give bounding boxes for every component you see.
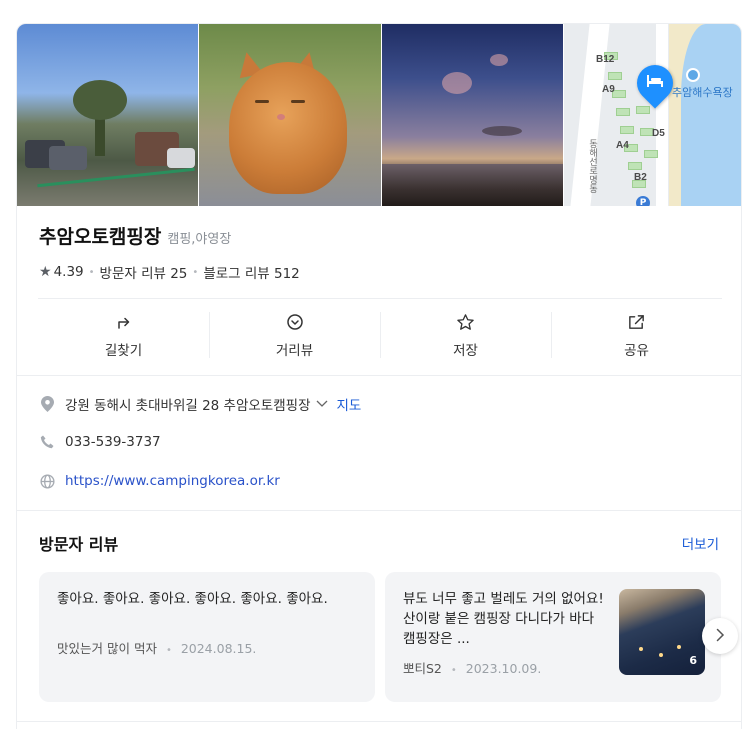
title-row: 추암오토캠핑장 캠핑,야영장	[39, 222, 231, 249]
car	[49, 146, 87, 170]
review-text: 좋아요. 좋아요. 좋아요. 좋아요. 좋아요. 좋아요.	[57, 591, 328, 607]
cat	[229, 62, 347, 194]
street-view-label: 거리뷰	[275, 343, 314, 359]
save-button[interactable]: 저장	[380, 300, 551, 370]
review-author: 맛있는거 많이 먹자	[57, 641, 157, 656]
sea	[382, 164, 563, 206]
light	[677, 645, 681, 649]
parking-icon: P	[636, 196, 650, 206]
review-card[interactable]: 좋아요. 좋아요. 좋아요. 좋아요. 좋아요. 좋아요. 맛있는거 많이 먹자…	[39, 572, 375, 702]
photo-sunset[interactable]	[382, 24, 563, 206]
review-date: 2023.10.09.	[465, 661, 542, 676]
review-text: 뷰도 너무 좋고 벌레도 거의 없어요! 산이랑 붙은 캠핑장 다니다가 바다 …	[403, 591, 604, 647]
map-site	[636, 106, 650, 114]
map-label: A4	[616, 140, 629, 151]
rating-value: 4.39	[53, 264, 84, 280]
separator: •	[192, 266, 199, 278]
beach-label: 추암해수욕장	[672, 86, 733, 99]
cat-eye	[291, 100, 305, 103]
map-site	[616, 108, 630, 116]
map-site	[608, 72, 622, 80]
map-label: A9	[602, 84, 615, 95]
place-card: B12 A9 A4 D5 B2 동해선로명동 추암해수욕장 P 추암오토캠핑장 …	[16, 23, 742, 729]
photo-map[interactable]: B12 A9 A4 D5 B2 동해선로명동 추암해수욕장 P	[564, 24, 741, 206]
share-icon	[626, 311, 648, 333]
globe-icon	[39, 473, 55, 489]
phone-row: 033-539-3737	[39, 434, 161, 450]
separator: •	[165, 645, 172, 656]
section-title: 방문자 리뷰	[39, 535, 119, 554]
car	[167, 148, 195, 168]
star-icon	[455, 311, 477, 333]
address-text[interactable]: 강원 동해시 촛대바위길 28 추암오토캠핑장	[65, 394, 310, 414]
share-button[interactable]: 공유	[551, 300, 722, 370]
separator: •	[88, 266, 95, 278]
fence-rail	[37, 167, 195, 188]
location-pin-icon	[39, 396, 55, 412]
map-link[interactable]: 지도	[336, 394, 361, 414]
chevron-down-icon[interactable]	[316, 398, 328, 411]
street-view-button[interactable]: 거리뷰	[209, 300, 380, 370]
phone-icon	[39, 434, 55, 450]
bed-icon	[646, 74, 664, 88]
directions-label: 길찾기	[104, 343, 143, 359]
beach-marker-icon	[686, 68, 700, 82]
photo-cat[interactable]	[199, 24, 381, 206]
website-row: https://www.campingkorea.or.kr	[39, 473, 280, 489]
map-sea	[681, 24, 741, 206]
photo-strip: B12 A9 A4 D5 B2 동해선로명동 추암해수욕장 P	[17, 24, 741, 206]
map-site	[644, 150, 658, 158]
review-date: 2024.08.15.	[180, 641, 257, 656]
rating-row: ★ 4.39 • 방문자 리뷰 25 • 블로그 리뷰 512	[39, 262, 300, 282]
blog-review-link[interactable]: 블로그 리뷰 512	[203, 262, 299, 282]
address-row: 강원 동해시 촛대바위길 28 추암오토캠핑장 지도	[39, 394, 361, 414]
rating-star-icon: ★	[39, 264, 52, 280]
chevron-right-icon	[716, 627, 725, 646]
cat-nose	[277, 114, 285, 120]
map-road-label: 동해선로명동	[587, 139, 597, 193]
map-label: B12	[596, 54, 615, 65]
action-bar: 길찾기 거리뷰 저장 공유	[38, 300, 722, 370]
photo-campsite[interactable]	[17, 24, 198, 206]
map-site	[620, 126, 634, 134]
review-meta: 뽀티S2 • 2023.10.09.	[403, 658, 541, 677]
photo-count: 6	[689, 654, 697, 667]
divider	[17, 375, 741, 376]
cat-eye	[255, 100, 269, 103]
light	[659, 653, 663, 657]
place-category: 캠핑,야영장	[167, 232, 232, 247]
website-link[interactable]: https://www.campingkorea.or.kr	[65, 473, 280, 489]
review-photo[interactable]: 6	[619, 589, 705, 675]
map-road	[656, 24, 668, 206]
visitor-review-link[interactable]: 방문자 리뷰 25	[100, 262, 188, 282]
review-author: 뽀티S2	[403, 661, 442, 676]
share-label: 공유	[624, 343, 649, 359]
divider	[38, 298, 722, 299]
street-view-icon	[284, 311, 306, 333]
light	[639, 647, 643, 651]
save-label: 저장	[453, 343, 478, 359]
place-name[interactable]: 추암오토캠핑장	[39, 222, 161, 249]
divider	[17, 510, 741, 511]
map-site	[628, 162, 642, 170]
cloud	[482, 126, 522, 136]
directions-icon	[113, 311, 135, 333]
more-link[interactable]: 더보기	[682, 533, 719, 553]
cloud	[490, 54, 508, 66]
directions-button[interactable]: 길찾기	[38, 300, 209, 370]
tree-canopy	[73, 80, 127, 120]
separator: •	[450, 665, 457, 676]
review-card[interactable]: 뷰도 너무 좋고 벌레도 거의 없어요! 산이랑 붙은 캠핑장 다니다가 바다 …	[385, 572, 721, 702]
phone-number[interactable]: 033-539-3737	[65, 434, 161, 450]
next-review-button[interactable]	[702, 618, 738, 654]
cloud	[442, 72, 472, 94]
divider	[17, 721, 741, 722]
review-meta: 맛있는거 많이 먹자 • 2024.08.15.	[57, 638, 256, 657]
map-label: B2	[634, 172, 647, 183]
map-label: D5	[652, 128, 665, 139]
